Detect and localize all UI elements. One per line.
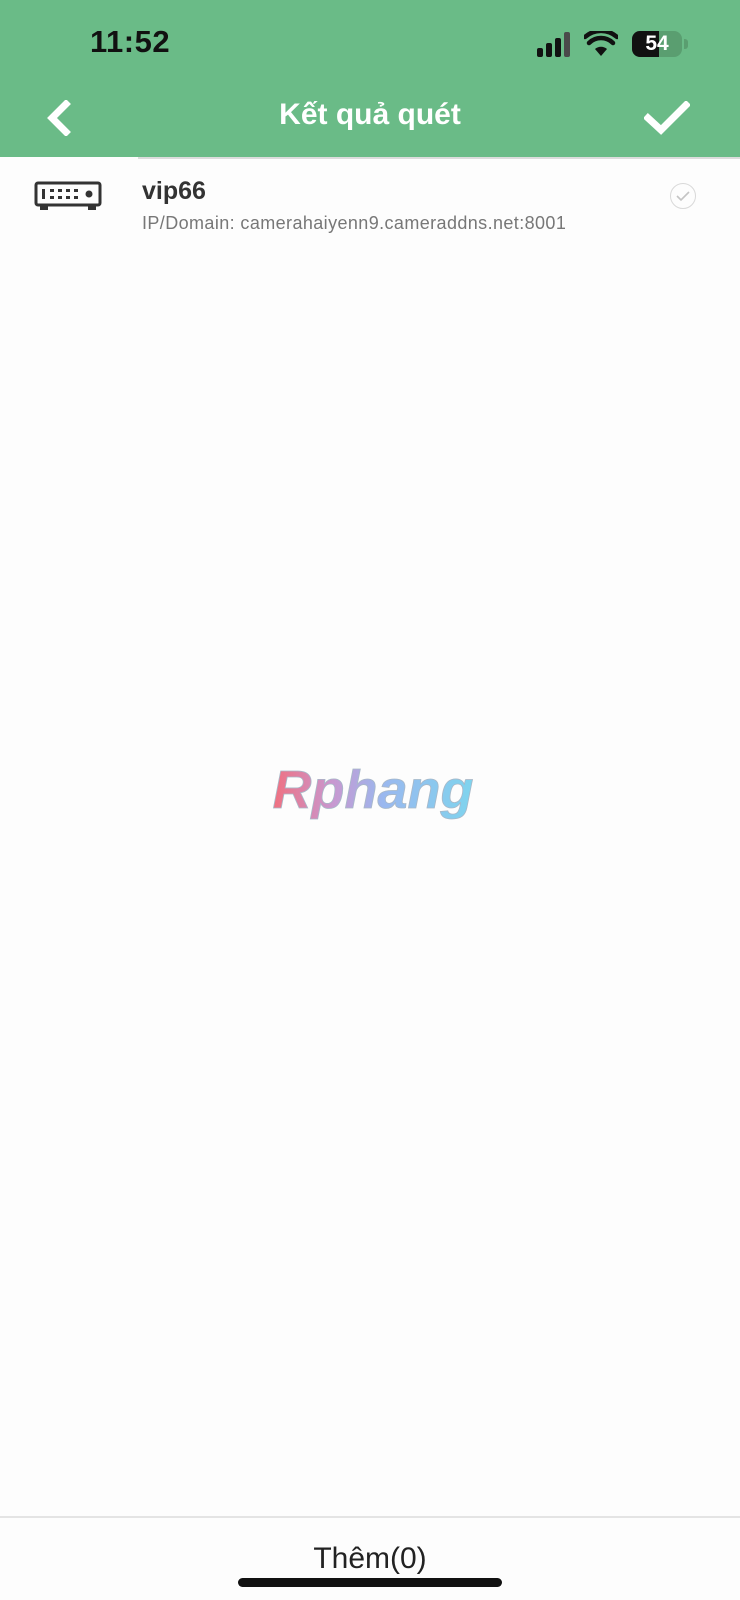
row-divider — [138, 157, 740, 159]
device-name: vip66 — [142, 177, 206, 205]
add-button[interactable]: Thêm(0) — [0, 1542, 740, 1576]
checkmark-icon — [676, 190, 690, 201]
footer-divider — [0, 1516, 740, 1518]
device-list-item[interactable]: vip66 IP/Domain: camerahaiyenn9.cameradd… — [0, 157, 740, 247]
status-icons: 54 — [537, 28, 688, 60]
wifi-icon — [584, 31, 618, 56]
battery-cap — [684, 39, 688, 49]
battery-icon: 54 — [632, 31, 682, 57]
watermark-logo: Rphang — [272, 760, 474, 820]
battery-level: 54 — [645, 32, 669, 55]
checkmark-icon — [644, 101, 690, 135]
home-indicator — [238, 1578, 502, 1587]
confirm-button[interactable] — [642, 98, 692, 138]
device-select-checkbox[interactable] — [670, 183, 696, 209]
dvr-recorder-icon — [34, 181, 102, 210]
page-title: Kết quả quét — [279, 98, 461, 131]
status-time: 11:52 — [90, 24, 171, 59]
app-header: 11:52 54 Kết quả quét — [0, 0, 740, 157]
device-address: IP/Domain: camerahaiyenn9.cameraddns.net… — [142, 213, 567, 233]
watermark-text: Rphang — [273, 760, 474, 820]
cellular-signal-icon — [537, 31, 570, 57]
